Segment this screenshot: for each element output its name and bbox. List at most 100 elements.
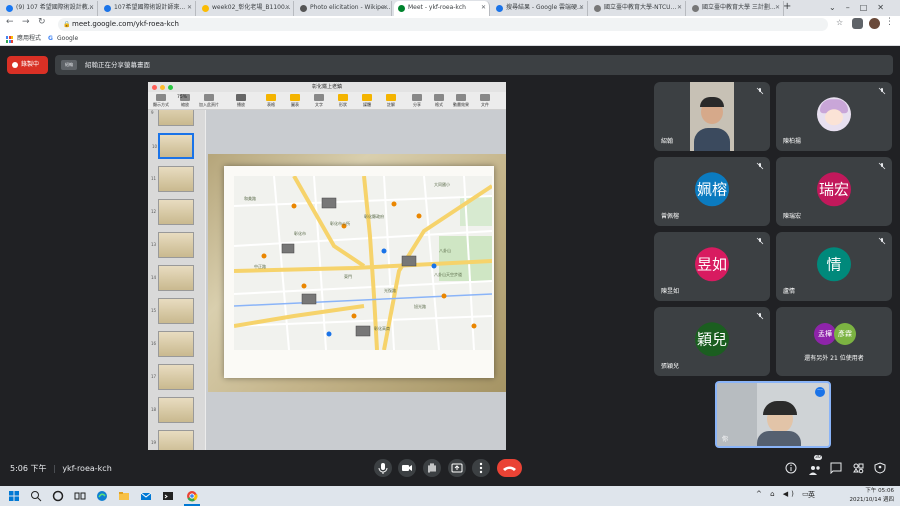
forward-icon[interactable]: →	[22, 17, 30, 27]
raise-hand-button[interactable]	[423, 459, 441, 477]
close-tab-icon[interactable]: ✕	[285, 1, 290, 15]
participant-tile[interactable]: 姵榕 曾佩榕	[654, 157, 770, 226]
slide-thumbnail[interactable]: 16	[151, 331, 194, 357]
camera-button[interactable]	[398, 459, 416, 477]
keynote-tool-button[interactable]: 形狀	[332, 94, 354, 108]
minimize-light-icon[interactable]	[160, 85, 165, 90]
slide-thumbnail[interactable]: 17	[151, 364, 194, 390]
windows-start-icon[interactable]	[8, 490, 20, 502]
slide-number: 12	[151, 209, 157, 214]
recording-indicator[interactable]: 錄製中	[7, 56, 48, 74]
file-explorer-icon[interactable]	[118, 490, 130, 502]
slide-thumbnail[interactable]: 15	[151, 298, 194, 324]
keynote-tool-button[interactable]: 表格	[260, 94, 282, 108]
tool-icon	[290, 94, 300, 101]
browser-tab[interactable]: 國立臺中教育大學-NTCU... ✕	[590, 1, 686, 16]
keynote-tool-button[interactable]: 圖表	[284, 94, 306, 108]
system-tray-icons[interactable]: ^ ⌂ ◀) ▭	[756, 490, 812, 498]
keynote-tool-button[interactable]: 媒體	[356, 94, 378, 108]
browser-tab[interactable]: Photo elicitation - Wikipe... ✕	[296, 1, 392, 16]
back-icon[interactable]: ←	[6, 17, 14, 27]
slide-thumbnail[interactable]: 18	[151, 397, 194, 423]
apps-grid-icon[interactable]	[6, 36, 13, 43]
slide-number: 19	[151, 440, 157, 445]
keynote-tool-button[interactable]: 播放	[230, 94, 252, 108]
people-button[interactable]: 30	[808, 455, 822, 480]
edge-icon[interactable]	[96, 490, 108, 502]
browser-tab[interactable]: 107希望國際術設計師來... ✕	[100, 1, 196, 16]
profile-avatar[interactable]	[869, 18, 880, 29]
slide-thumbnail[interactable]: 14	[151, 265, 194, 291]
close-tab-icon[interactable]: ✕	[677, 1, 682, 15]
input-language[interactable]: 英	[808, 490, 815, 500]
map-label: 八卦山	[439, 248, 451, 253]
bookmark-star-icon[interactable]: ☆	[836, 18, 843, 27]
browser-tab[interactable]: week02_彰化老場_B1100... ✕	[198, 1, 294, 16]
more-button[interactable]	[472, 459, 490, 477]
close-tab-icon[interactable]: ✕	[383, 1, 388, 15]
keynote-tool-button[interactable]: 文字	[308, 94, 330, 108]
slide-thumbnail[interactable]: 13	[151, 232, 194, 258]
tool-label: 圖表	[291, 102, 299, 107]
close-tab-icon[interactable]: ✕	[187, 1, 192, 15]
participant-tile[interactable]: 紹翰	[654, 82, 770, 151]
menu-icon[interactable]: ⋮	[885, 17, 894, 27]
activities-icon[interactable]	[852, 462, 864, 474]
participant-tile[interactable]: 孟樺 彥霖 還有另外 21 位使用者	[776, 307, 892, 376]
browser-tab[interactable]: (9) 107 希望國際術設計教... ✕	[2, 1, 98, 16]
info-icon[interactable]	[785, 462, 797, 474]
slide-thumbnail[interactable]: 19	[151, 430, 194, 450]
present-button[interactable]	[448, 459, 466, 477]
self-view-tile[interactable]: ··· 你	[715, 381, 831, 448]
keynote-tool-button[interactable]: 註解	[380, 94, 402, 108]
close-light-icon[interactable]	[152, 85, 157, 90]
slide-thumbnail[interactable]: 9	[151, 110, 194, 126]
cortana-icon[interactable]	[52, 490, 64, 502]
keynote-tool-button[interactable]: 顯示方式	[150, 94, 172, 108]
browser-tab[interactable]: 國立臺中教育大學 三計劃... ✕	[688, 1, 784, 16]
people-icon	[809, 466, 820, 475]
slide-thumbnail[interactable]: 11	[151, 166, 194, 192]
reload-icon[interactable]: ↻	[38, 17, 46, 27]
close-tab-icon[interactable]: ✕	[775, 1, 780, 15]
task-view-icon[interactable]	[74, 490, 86, 502]
participant-tile[interactable]: 昱如 陳昱如	[654, 232, 770, 301]
mic-off-icon	[756, 312, 764, 320]
mail-icon[interactable]	[140, 490, 152, 502]
zoom-light-icon[interactable]	[168, 85, 173, 90]
taskbar-clock[interactable]: 下午 05:06 2021/10/14 週四	[850, 487, 894, 505]
close-tab-icon[interactable]: ✕	[579, 1, 584, 15]
participant-tile[interactable]: 穎兒 張穎兒	[654, 307, 770, 376]
keynote-tool-button[interactable]: 加入此頁片	[198, 94, 220, 108]
keynote-tool-button[interactable]: 動畫效果	[450, 94, 472, 108]
keynote-tool-button[interactable]: 文件	[474, 94, 496, 108]
keynote-tool-button[interactable]: 分享	[406, 94, 428, 108]
bookmark-google[interactable]: Google	[57, 33, 78, 45]
slide-number: 11	[151, 176, 157, 181]
chat-icon[interactable]	[830, 462, 842, 474]
end-call-button[interactable]	[497, 459, 522, 477]
more-options-icon[interactable]: ···	[815, 387, 825, 397]
window-controls[interactable]: ⌄–□✕	[829, 0, 894, 15]
host-controls-icon[interactable]	[874, 462, 886, 474]
browser-tab[interactable]: 搜尋結果 - Google 雲端硬... ✕	[492, 1, 588, 16]
search-icon[interactable]	[30, 490, 42, 502]
new-tab-button[interactable]: +	[783, 1, 791, 12]
url-field[interactable]: 🔒 meet.google.com/ykf-roea-kch	[58, 18, 828, 31]
participant-tile[interactable]: 陳柏揚	[776, 82, 892, 151]
bookmark-apps[interactable]: 應用程式	[17, 33, 41, 45]
slide-thumbnail[interactable]: 12	[151, 199, 194, 225]
slide-thumbnail[interactable]: 10	[152, 133, 194, 159]
participant-tile[interactable]: 情盧情	[776, 232, 892, 301]
keynote-tool-button[interactable]: 格式	[428, 94, 450, 108]
chrome-icon[interactable]	[186, 490, 198, 502]
extension-icon[interactable]	[852, 18, 863, 29]
terminal-icon[interactable]	[162, 490, 174, 502]
browser-tab[interactable]: Meet - ykf-roea-kch ✕	[394, 1, 490, 16]
mic-icon	[378, 463, 388, 474]
close-tab-icon[interactable]: ✕	[481, 1, 486, 15]
close-tab-icon[interactable]: ✕	[89, 1, 94, 15]
mic-button[interactable]	[374, 459, 392, 477]
participant-tile[interactable]: 瑞宏 陳瑞宏	[776, 157, 892, 226]
tab-label: 搜尋結果 - Google 雲端硬...	[506, 4, 583, 11]
